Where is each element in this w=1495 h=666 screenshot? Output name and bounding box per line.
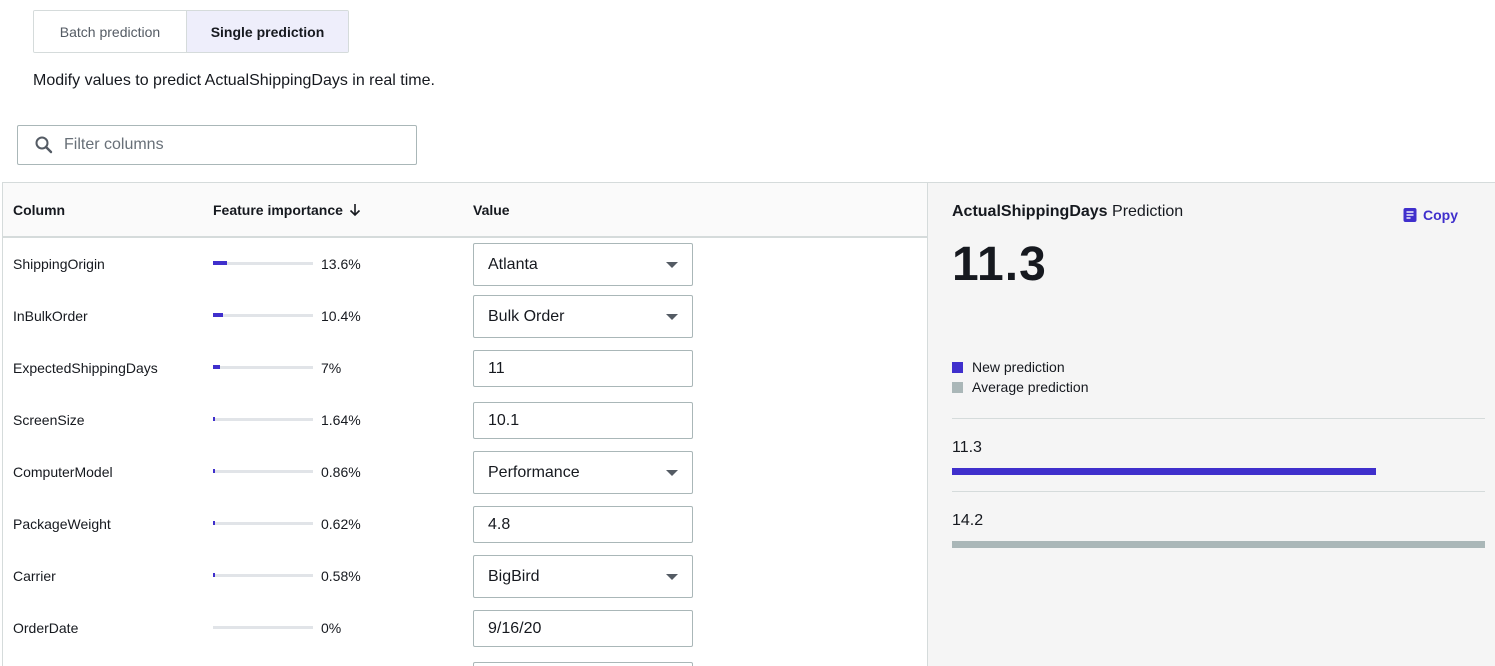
column-name: PackageWeight (13, 516, 111, 532)
table-row: ExpectedShippingDays 7% (3, 342, 927, 394)
table-row: PackageWeight 0.62% (3, 498, 927, 550)
table-row: ComputerModel 0.86% Performance (3, 446, 927, 498)
new-prediction-value-label: 11.3 (952, 439, 982, 456)
value-select-text: Performance (488, 463, 580, 481)
legend-swatch-average (952, 381, 963, 393)
importance-bar-fill (213, 521, 215, 525)
table-row: InBulkOrder 10.4% Bulk Order (3, 290, 927, 342)
prediction-target: ActualShippingDays (952, 203, 1108, 220)
header-feature-importance-label: Feature importance (213, 202, 343, 218)
header-value: Value (473, 202, 510, 218)
legend-new-label: New prediction (972, 359, 1065, 375)
importance-percent: 0.58% (321, 568, 361, 584)
sort-descending-icon[interactable] (349, 203, 361, 217)
importance-bar-fill (213, 469, 215, 473)
header-feature-importance[interactable]: Feature importance (213, 202, 361, 218)
average-prediction-bar (952, 541, 1485, 548)
importance-bar (213, 626, 313, 629)
feature-table: Column Feature importance Value Shipping… (2, 182, 927, 666)
page-subtitle: Modify values to predict ActualShippingD… (33, 72, 435, 89)
importance-bar (213, 261, 313, 265)
value-select[interactable]: Atlanta (473, 243, 693, 286)
caret-down-icon (666, 313, 678, 320)
importance-percent: 13.6% (321, 256, 361, 272)
copy-icon (1403, 208, 1417, 222)
importance-percent: 7% (321, 360, 342, 376)
copy-button[interactable]: Copy (1403, 207, 1458, 223)
column-name: OrderDate (13, 620, 79, 636)
caret-down-icon (666, 261, 678, 268)
divider (952, 491, 1485, 492)
column-name: ExpectedShippingDays (13, 360, 158, 376)
importance-bar-fill (213, 573, 215, 577)
value-input-field[interactable] (473, 610, 693, 647)
prediction-legend: New prediction Average prediction (952, 357, 1088, 397)
legend-swatch-new (952, 361, 963, 373)
value-input[interactable] (488, 619, 678, 638)
value-input[interactable] (488, 411, 678, 430)
legend-average-prediction: Average prediction (952, 377, 1088, 397)
column-name: ComputerModel (13, 464, 113, 480)
importance-bar (213, 469, 313, 473)
new-prediction-bar (952, 468, 1377, 475)
importance-percent: 0.62% (321, 516, 361, 532)
value-input-field[interactable] (473, 506, 693, 543)
filter-columns-search[interactable] (17, 125, 417, 165)
table-row: Carrier 0.58% BigBird (3, 550, 927, 602)
column-name: Carrier (13, 568, 56, 584)
prediction-value: 11.3 (952, 238, 1047, 291)
prediction-panel: ActualShippingDays Prediction Copy 11.3 … (927, 182, 1495, 666)
table-row: OrderDate 0% (3, 602, 927, 654)
value-input-field[interactable] (473, 402, 693, 439)
legend-average-label: Average prediction (972, 379, 1089, 395)
average-prediction-value-label: 14.2 (952, 512, 984, 529)
value-select-text: Atlanta (488, 255, 538, 273)
importance-bar-fill (213, 417, 215, 421)
copy-button-label: Copy (1423, 207, 1458, 223)
importance-percent: 10.4% (321, 308, 361, 324)
table-header: Column Feature importance Value (3, 183, 927, 238)
table-row: ScreenSize 1.64% (3, 394, 927, 446)
importance-bar (213, 365, 313, 369)
value-select[interactable]: Bulk Order (473, 295, 693, 338)
value-input[interactable] (488, 515, 678, 534)
prediction-mode-tabs: Batch prediction Single prediction (33, 10, 349, 53)
column-name: ScreenSize (13, 412, 85, 428)
value-input-field[interactable] (473, 350, 693, 387)
importance-bar (213, 313, 313, 317)
value-input-field[interactable] (473, 662, 693, 666)
importance-percent: 0% (321, 620, 342, 636)
column-name: InBulkOrder (13, 308, 88, 324)
importance-percent: 0.86% (321, 464, 361, 480)
value-select[interactable]: BigBird (473, 555, 693, 598)
tab-batch-prediction[interactable]: Batch prediction (34, 11, 187, 52)
importance-bar (213, 521, 313, 525)
caret-down-icon (666, 573, 678, 580)
prediction-title: ActualShippingDays Prediction (952, 203, 1183, 221)
divider (952, 418, 1485, 419)
importance-bar-fill (213, 313, 224, 317)
importance-percent: 1.64% (321, 412, 361, 428)
importance-bar-fill (213, 365, 220, 369)
search-icon (35, 136, 53, 154)
tab-single-prediction[interactable]: Single prediction (187, 11, 348, 52)
value-select[interactable]: Performance (473, 451, 693, 494)
importance-bar (213, 573, 313, 577)
importance-bar (213, 417, 313, 421)
value-select-text: Bulk Order (488, 307, 565, 325)
column-name: ShippingOrigin (13, 256, 105, 272)
filter-columns-input[interactable] (64, 136, 384, 154)
prediction-title-suffix: Prediction (1112, 203, 1184, 220)
header-column: Column (13, 202, 66, 218)
table-row: ShippingOrigin 13.6% Atlanta (3, 238, 927, 290)
importance-bar-fill (213, 261, 227, 265)
caret-down-icon (666, 469, 678, 476)
value-select-text: BigBird (488, 567, 540, 585)
value-input[interactable] (488, 359, 678, 378)
legend-new-prediction: New prediction (952, 357, 1088, 377)
